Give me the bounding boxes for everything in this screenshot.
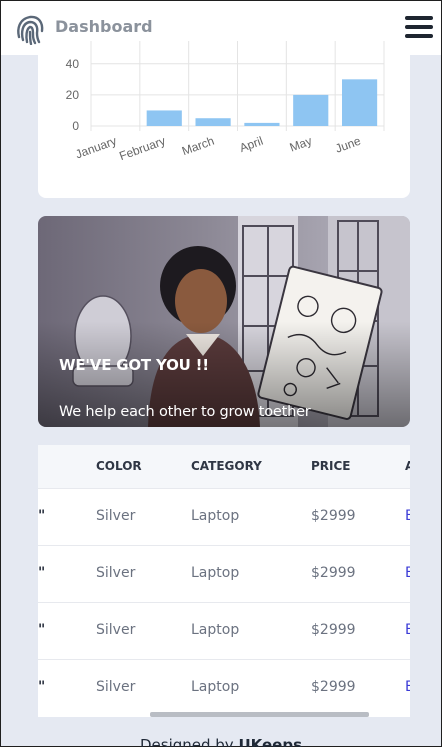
menu-line: [405, 25, 433, 29]
footer-prefix: Designed by: [139, 736, 239, 747]
cell-color: Silver: [96, 622, 136, 638]
edit-link[interactable]: E: [405, 565, 410, 581]
bar-february: [146, 110, 182, 126]
hero-subtitle: We help each other to grow toether: [59, 404, 311, 420]
y-tick-label: 20: [66, 88, 80, 102]
cell-color: Silver: [96, 679, 136, 695]
hero-illustration: [38, 216, 410, 427]
hero-title: WE'VE GOT YOU !!: [59, 356, 209, 374]
edit-link[interactable]: E: [405, 508, 410, 524]
cell-price: $2999: [311, 622, 356, 638]
cell-quote: ": [38, 679, 46, 695]
cell-category: Laptop: [191, 565, 240, 581]
cell-quote: ": [38, 565, 46, 581]
cell-color: Silver: [96, 508, 136, 524]
table-row: " Silver Laptop $2999 E: [38, 602, 410, 659]
products-table: COLOR CATEGORY PRICE A " Silver Laptop $…: [38, 445, 410, 717]
y-tick-label: 40: [66, 57, 80, 71]
cell-category: Laptop: [191, 679, 240, 695]
x-tick-label: January: [74, 134, 119, 162]
column-header-action[interactable]: A: [405, 459, 410, 473]
table-row: " Silver Laptop $2999 E: [38, 545, 410, 602]
horizontal-scrollbar[interactable]: [150, 712, 369, 717]
bar-may: [293, 94, 329, 126]
bar-june: [342, 79, 378, 126]
menu-line: [405, 16, 433, 20]
x-tick-label: April: [238, 134, 265, 155]
menu-line: [405, 34, 433, 38]
cell-color: Silver: [96, 565, 136, 581]
bar-april: [244, 122, 280, 126]
bar-march: [195, 118, 231, 126]
bar-chart-card: 0 20 40 January February March April May June: [38, 41, 410, 198]
column-header-price[interactable]: PRICE: [311, 459, 351, 473]
footer-author[interactable]: UKeeps: [238, 736, 302, 747]
y-tick-label: 0: [72, 119, 79, 133]
cell-category: Laptop: [191, 622, 240, 638]
table-row: " Silver Laptop $2999 E: [38, 488, 410, 545]
x-tick-label: June: [333, 134, 363, 156]
footer-credit: Designed by UKeeps: [1, 736, 441, 747]
column-header-color[interactable]: COLOR: [96, 459, 142, 473]
bar-chart: 0 20 40 JanuaryFebruary March April May June: [66, 41, 385, 164]
column-header-category[interactable]: CATEGORY: [191, 459, 262, 473]
hero-banner: WE'VE GOT YOU !! We help each other to g…: [38, 216, 410, 427]
edit-link[interactable]: E: [405, 622, 410, 638]
cell-price: $2999: [311, 508, 356, 524]
x-tick-label: February: [117, 134, 167, 164]
brand-title[interactable]: Dashboard: [55, 17, 153, 36]
x-tick-label: March: [180, 134, 216, 159]
table-row: " Silver Laptop $2999 E: [38, 659, 410, 716]
cell-quote: ": [38, 508, 46, 524]
x-tick-label: May: [288, 134, 314, 155]
cell-category: Laptop: [191, 508, 240, 524]
cell-price: $2999: [311, 565, 356, 581]
edit-link[interactable]: E: [405, 679, 410, 695]
cell-quote: ": [38, 622, 46, 638]
table-header: COLOR CATEGORY PRICE A: [38, 445, 410, 488]
hamburger-menu-icon[interactable]: [405, 16, 433, 40]
cell-price: $2999: [311, 679, 356, 695]
